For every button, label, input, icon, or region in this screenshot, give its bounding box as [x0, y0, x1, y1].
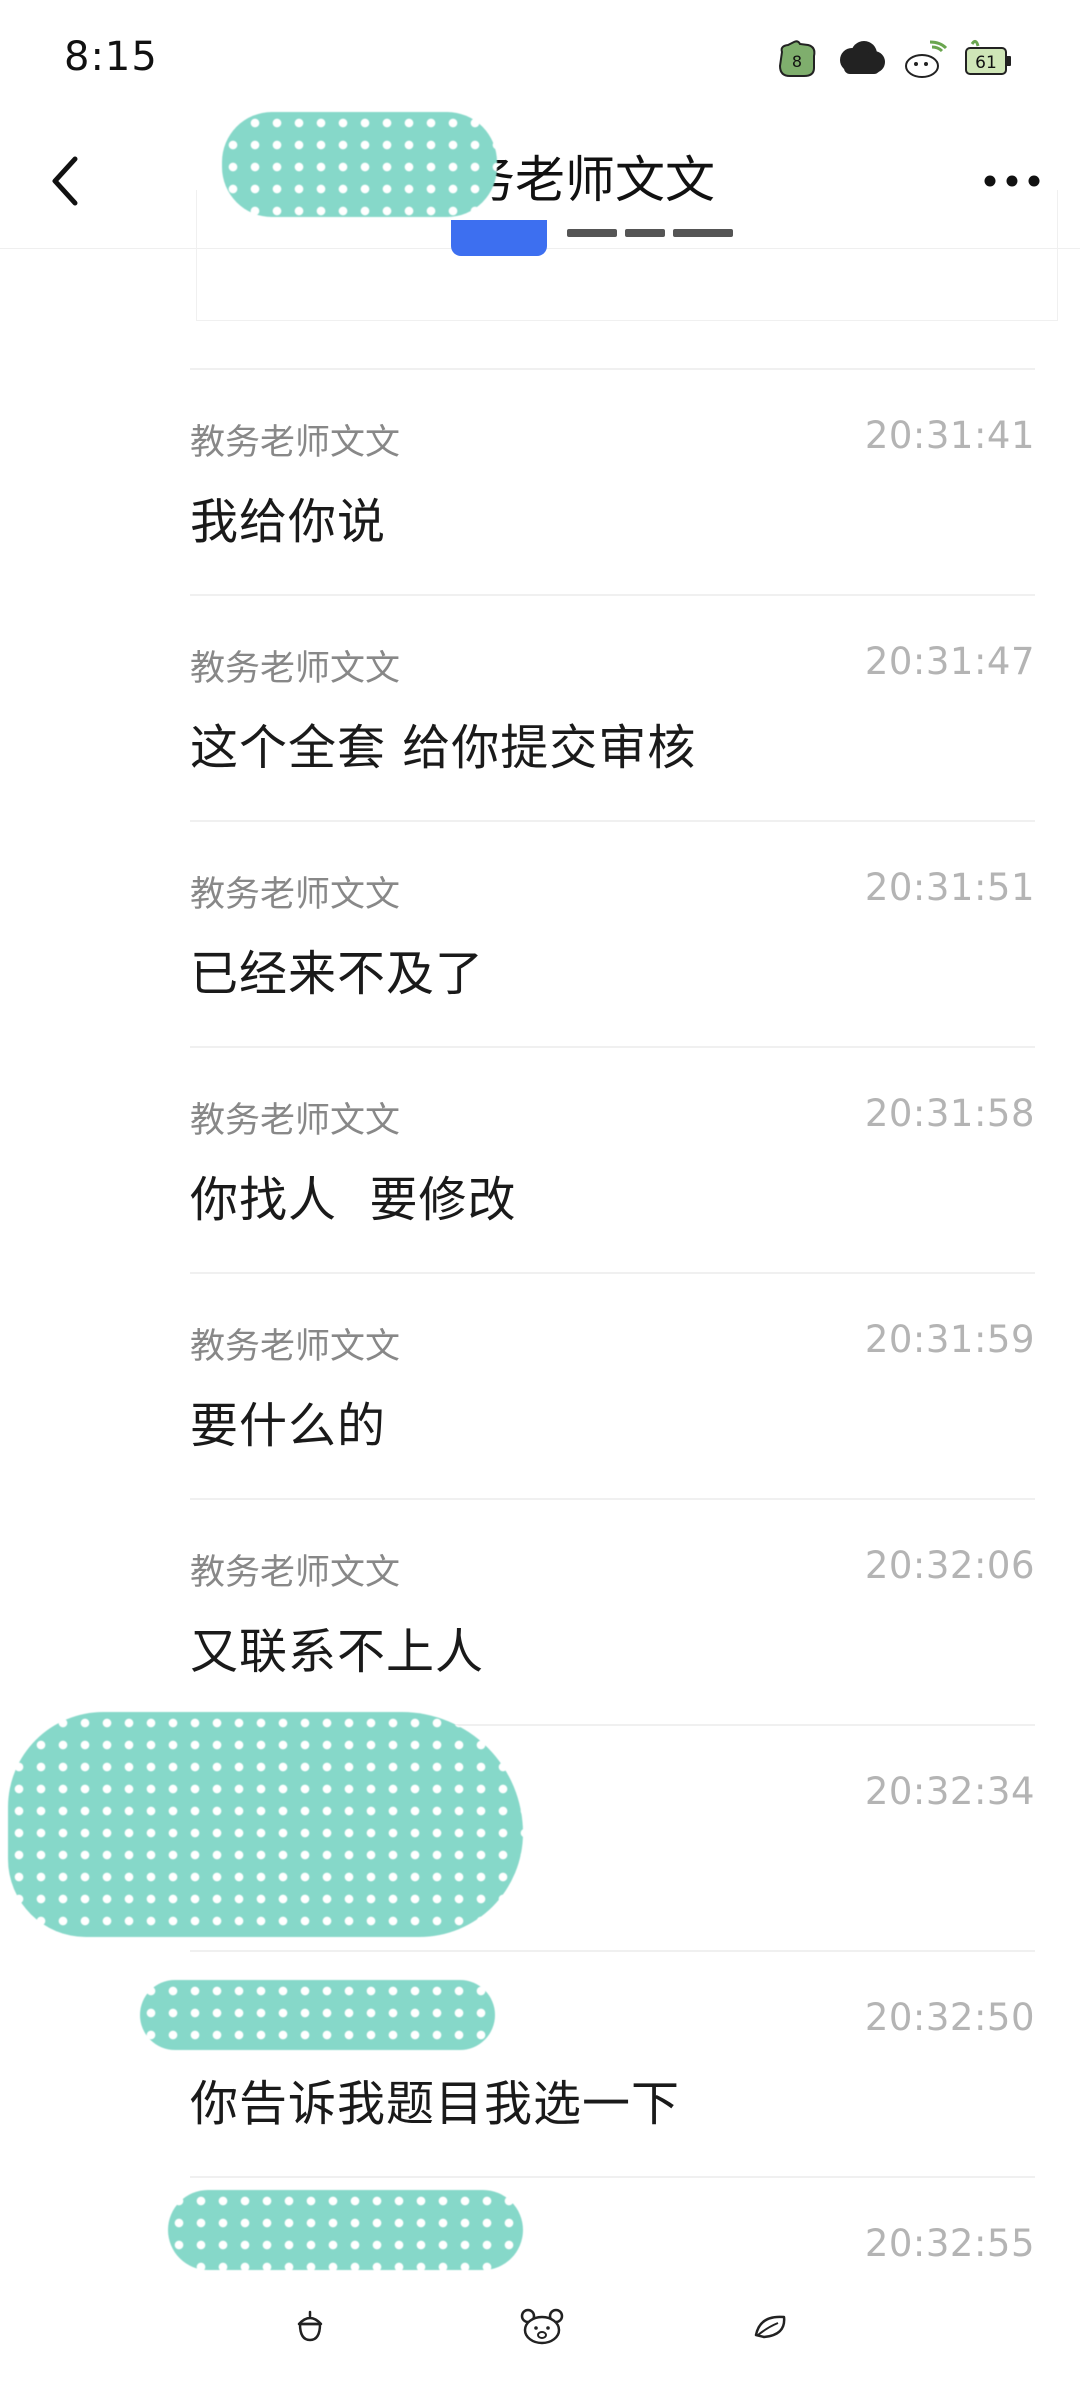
redaction-mask-sender: [140, 1980, 495, 2050]
app-logo-icon: [451, 220, 547, 256]
acorn-icon[interactable]: [280, 2296, 340, 2356]
message-sender: 教务老师文文: [190, 1327, 401, 1367]
battery-icon: 61: [962, 32, 1016, 86]
list-item[interactable]: 教务老师文文 20:31:59 要什么的: [190, 1272, 1035, 1498]
card-text-fragment: [567, 222, 767, 237]
status-bar: 8:15 8 61: [0, 0, 1080, 110]
bottom-toolbar: [0, 2296, 1080, 2366]
message-time: 20:31:59: [864, 1318, 1035, 1361]
message-content: 我给你说: [190, 494, 387, 550]
list-item[interactable]: 教务老师文文 20:31:51 已经来不及了: [190, 820, 1035, 1046]
message-content: 你告诉我题目我选一下: [190, 2076, 681, 2132]
message-time: 20:31:47: [864, 640, 1035, 683]
message-sender: 教务老师文文: [190, 423, 401, 463]
message-content: 要什么的: [190, 1398, 387, 1454]
battery-level: 61: [975, 53, 997, 73]
chat-history-screen: 8:15 8 61 教务老师文文 教务老师文文 20:31:41 我给你说 教务…: [0, 0, 1080, 2400]
message-content: 这个全套 给你提交审核: [190, 720, 697, 776]
svg-text:8: 8: [792, 52, 802, 71]
list-item[interactable]: 教务老师文文 20:31:47 这个全套 给你提交审核: [190, 594, 1035, 820]
wallet-icon: 8: [770, 32, 824, 86]
message-sender: 教务老师文文: [190, 1101, 401, 1141]
message-list: 教务老师文文 20:31:41 我给你说 教务老师文文 20:31:47 这个全…: [0, 368, 1080, 2400]
bear-face-icon[interactable]: [512, 2296, 572, 2356]
message-time: 20:32:55: [864, 2222, 1035, 2265]
message-time: 20:32:50: [864, 1996, 1035, 2039]
message-sender: 教务老师文文: [190, 649, 401, 689]
redaction-mask-sender: [168, 2190, 523, 2270]
message-sender: 教务老师文文: [190, 875, 401, 915]
message-time: 20:31:41: [864, 414, 1035, 457]
message-content: 你找人 要修改: [190, 1172, 517, 1228]
list-item[interactable]: 教务老师文文 20:31:58 你找人 要修改: [190, 1046, 1035, 1272]
message-sender: 教务老师文文: [190, 1553, 401, 1593]
cloud-icon: [834, 32, 888, 86]
more-icon: [984, 175, 1040, 187]
list-item[interactable]: 教务老师文文 20:31:41 我给你说: [190, 368, 1035, 594]
chevron-left-icon: [52, 156, 78, 206]
message-time: 20:31:51: [864, 866, 1035, 909]
message-content: 已经来不及了: [190, 946, 485, 1002]
wifi-sheep-icon: [898, 32, 952, 86]
list-item[interactable]: 教务老师文文 20:32:06 又联系不上人: [190, 1498, 1035, 1724]
redaction-mask-message: [8, 1712, 523, 1937]
leaf-icon[interactable]: [742, 2296, 802, 2356]
redaction-mask-title: [222, 112, 497, 217]
message-time: 20:32:34: [864, 1770, 1035, 1813]
message-time: 20:32:06: [864, 1544, 1035, 1587]
back-button[interactable]: [30, 146, 100, 216]
message-time: 20:31:58: [864, 1092, 1035, 1135]
message-content: 又联系不上人: [190, 1624, 485, 1680]
status-time: 8:15: [64, 34, 158, 80]
status-icons: 8 61: [770, 32, 1016, 86]
